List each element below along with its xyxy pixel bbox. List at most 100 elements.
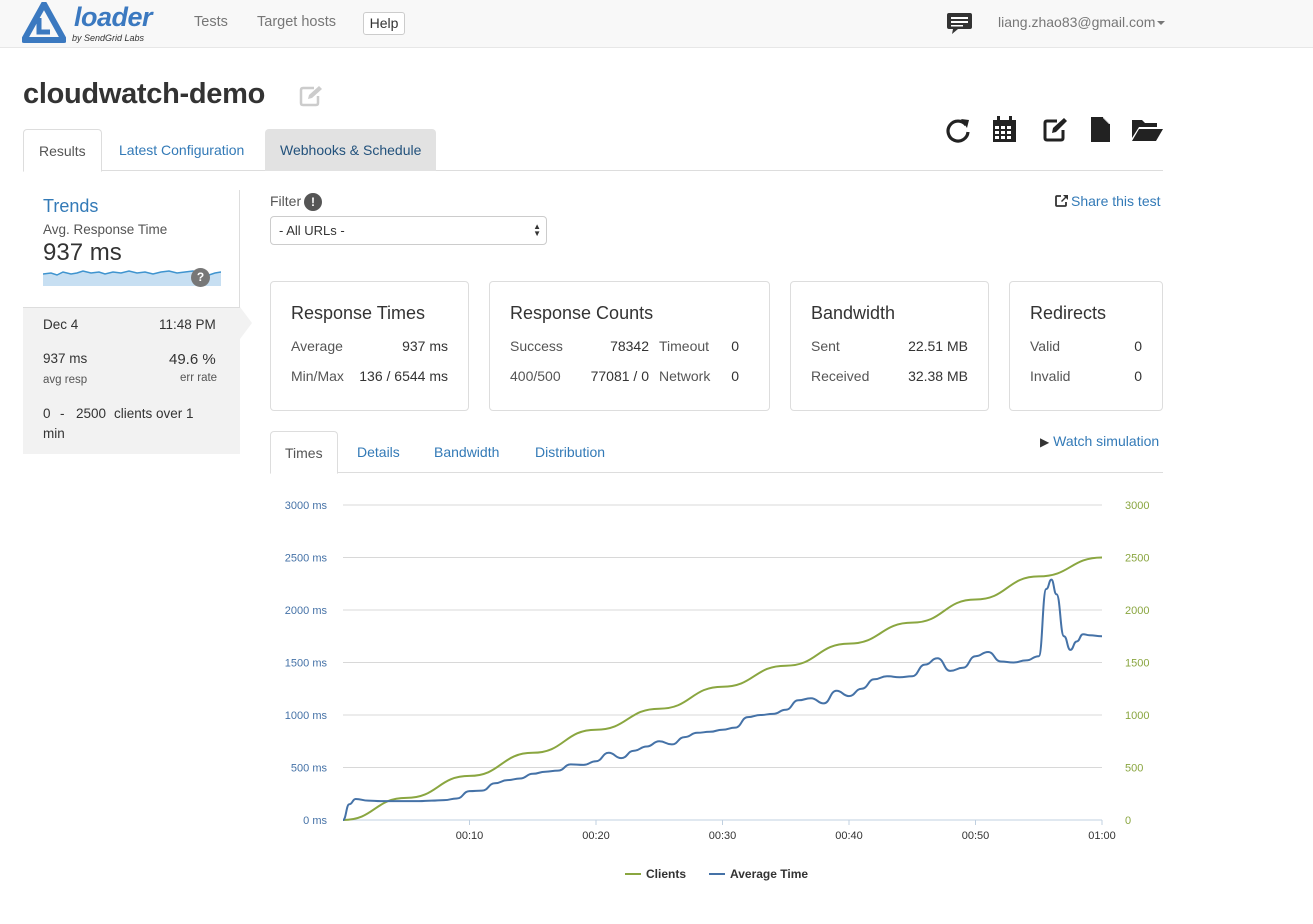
redirects-card: Redirects Valid 0 Invalid 0 [1009, 281, 1163, 411]
valid-value: 0 [1134, 338, 1142, 354]
legend-label: Average Time [730, 867, 808, 881]
run-clients-text: clients over 1 [114, 406, 194, 421]
y-left-tick-label: 500 ms [291, 763, 328, 775]
x-tick-label: 01:00 [1088, 830, 1116, 842]
average-label: Average [291, 338, 343, 354]
invalid-value: 0 [1134, 368, 1142, 384]
y-right-tick-label: 500 [1125, 763, 1143, 775]
run-err-rate-label: err rate [180, 372, 218, 384]
x-tick-label: 00:30 [709, 830, 737, 842]
valid-label: Valid [1030, 338, 1061, 354]
response-counts-card: Response Counts Success 78342 Timeout 0 … [489, 281, 770, 411]
card-title: Redirects [1030, 303, 1107, 323]
success-label: Success [510, 338, 563, 354]
times-chart-svg[interactable]: 0 ms 0 500 ms 500 1000 ms 1000 1500 ms 1500 2000… [270, 490, 1163, 890]
y-left-tick-label: 1000 ms [285, 710, 328, 722]
test-run-item[interactable]: Dec 4 11:48 PM 937 ms avg resp 49.6 % er… [23, 307, 240, 454]
trends-title[interactable]: Trends [43, 196, 98, 217]
timeout-label: Timeout [659, 338, 710, 354]
edit-title-icon[interactable] [298, 84, 324, 111]
y-left-tick-label: 2000 ms [285, 605, 328, 617]
y-left-tick-label: 1500 ms [285, 658, 328, 670]
bandwidth-card: Bandwidth Sent 22.51 MB Received 32.38 M… [790, 281, 989, 411]
tab-distribution[interactable]: Distribution [535, 431, 605, 473]
user-email: liang.zhao83@gmail.com [998, 14, 1156, 30]
y-left-tick-label: 0 ms [303, 815, 327, 827]
received-label: Received [811, 368, 870, 384]
run-time: 11:48 PM [159, 317, 216, 332]
y-right-tick-label: 1500 [1125, 658, 1149, 670]
tab-details[interactable]: Details [357, 431, 400, 473]
run-date: Dec 4 [43, 317, 79, 332]
x-tick-label: 00:20 [582, 830, 610, 842]
loader-logo-icon [22, 2, 66, 43]
help-icon[interactable]: ? [191, 268, 210, 287]
received-value: 32.38 MB [908, 368, 968, 384]
timeout-value: 0 [731, 338, 739, 354]
tab-bandwidth[interactable]: Bandwidth [434, 431, 499, 473]
watch-simulation-link[interactable]: ▶ Watch simulation [1040, 433, 1159, 449]
tab-latest-configuration[interactable]: Latest Configuration [104, 129, 259, 171]
legend-label: Clients [646, 867, 686, 881]
url-filter-value: - All URLs - [279, 223, 345, 238]
run-clients-to: 2500 [76, 406, 107, 421]
y-right-tick-label: 3000 [1125, 500, 1149, 512]
network-label: Network [659, 368, 711, 384]
nav-tests[interactable]: Tests [194, 14, 228, 30]
run-avg-resp: 937 ms [43, 351, 88, 366]
chart-tabs: Times Details Bandwidth Distribution [270, 431, 1163, 474]
selected-run-pointer [240, 307, 252, 339]
nav-target-hosts[interactable]: Target hosts [257, 14, 336, 30]
response-times-card: Response Times Average 937 ms Min/Max 13… [270, 281, 469, 411]
minmax-value: 136 / 6544 ms [359, 368, 448, 384]
navbar: loader by SendGrid Labs Tests Target hos… [0, 0, 1313, 48]
x-tick-label: 00:40 [835, 830, 863, 842]
series-line-average-time [342, 578, 1103, 821]
run-clients-text-2: min [43, 426, 65, 441]
sent-value: 22.51 MB [908, 338, 968, 354]
success-value: 78342 [610, 338, 649, 354]
average-value: 937 ms [402, 338, 448, 354]
select-arrows-icon: ▲ ▼ [533, 222, 541, 238]
tab-results[interactable]: Results [23, 129, 102, 172]
watch-simulation-label: Watch simulation [1053, 433, 1160, 449]
tab-webhooks-schedule[interactable]: Webhooks & Schedule [265, 129, 437, 171]
run-clients-dash: - [60, 406, 65, 421]
help-button[interactable]: Help [363, 12, 405, 35]
chat-icon[interactable] [946, 12, 973, 39]
y-right-tick-label: 1000 [1125, 710, 1149, 722]
errors-label: 400/500 [510, 368, 561, 384]
tab-times[interactable]: Times [270, 431, 338, 474]
share-test-link[interactable]: Share this test [1055, 193, 1161, 209]
filter-label: Filter [270, 193, 302, 209]
x-tick-label: 00:50 [962, 830, 990, 842]
share-icon [1055, 195, 1068, 207]
run-err-rate: 49.6 % [169, 351, 216, 368]
card-title: Response Times [291, 303, 426, 323]
url-filter-select[interactable]: - All URLs - ▲ ▼ [270, 216, 547, 245]
errors-value: 77081 / 0 [590, 368, 649, 384]
filter-info-icon[interactable]: ! [304, 193, 322, 211]
page-title: cloudwatch-demo [23, 78, 266, 110]
card-title: Bandwidth [811, 303, 896, 323]
chevron-down-icon [1157, 21, 1166, 26]
share-test-label: Share this test [1071, 193, 1161, 209]
x-tick-label: 00:10 [456, 830, 484, 842]
y-left-tick-label: 2500 ms [285, 553, 328, 565]
run-avg-resp-label: avg resp [43, 374, 88, 386]
y-right-tick-label: 2500 [1125, 553, 1149, 565]
brand-logo[interactable]: loader by SendGrid Labs [22, 2, 162, 46]
y-right-tick-label: 0 [1125, 815, 1131, 827]
y-right-tick-label: 2000 [1125, 605, 1149, 617]
minmax-label: Min/Max [291, 368, 344, 384]
avg-response-label: Avg. Response Time [43, 222, 168, 237]
user-menu[interactable]: liang.zhao83@gmail.com [998, 14, 1166, 30]
main-tabs: Results Latest Configuration Webhooks & … [23, 129, 1163, 172]
run-clients-from: 0 [43, 406, 51, 421]
series-line-clients [342, 556, 1103, 821]
y-left-tick-label: 3000 ms [285, 500, 328, 512]
avg-response-value: 937 ms [43, 239, 122, 266]
times-chart: 0 ms 0 500 ms 500 1000 ms 1000 1500 ms 1500 2000… [270, 490, 1163, 890]
brand-name: loader [74, 2, 153, 32]
play-icon: ▶ [1040, 435, 1050, 449]
